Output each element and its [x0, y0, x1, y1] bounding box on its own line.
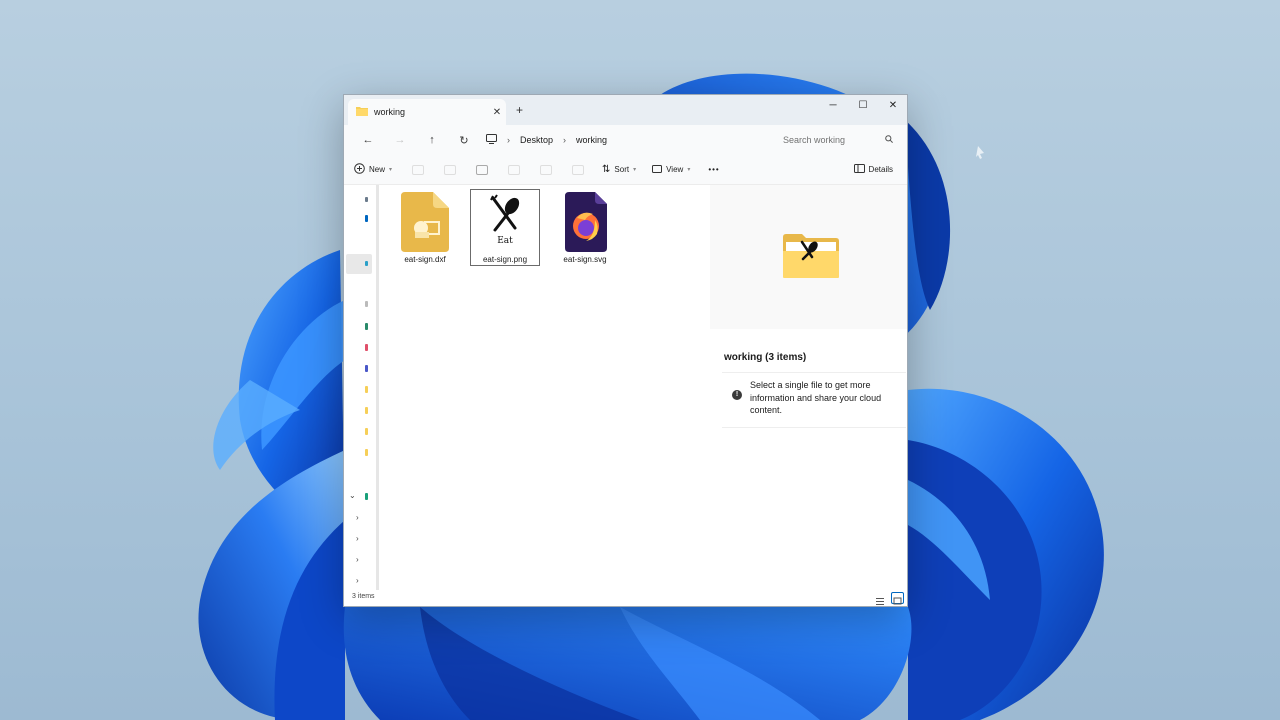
folder-icon — [356, 103, 368, 121]
share-icon[interactable] — [540, 164, 553, 175]
dxf-file-icon — [399, 192, 451, 252]
view-button[interactable]: View ▾ — [652, 164, 691, 175]
nav-pane-item-icon[interactable] — [365, 323, 368, 330]
rename-icon[interactable] — [508, 164, 521, 175]
nav-pane-item-icon[interactable] — [365, 386, 368, 393]
navigation-pane[interactable]: ⌄ › › › › — [344, 185, 379, 590]
folder-preview — [710, 185, 907, 329]
search-icon — [885, 135, 893, 145]
chevron-down-icon: ▾ — [633, 167, 637, 173]
new-tab-button[interactable]: + — [516, 103, 523, 117]
copy-icon[interactable] — [444, 164, 457, 175]
details-info-card: ! Select a single file to get more infor… — [722, 372, 906, 428]
nav-pane-item-icon[interactable] — [365, 261, 368, 266]
breadcrumb: › Desktop › working — [486, 134, 607, 146]
details-pane: working (3 items) ! Select a single file… — [708, 185, 907, 590]
file-item[interactable]: eat-sign.dxf — [390, 189, 460, 266]
search-box[interactable]: Search working — [781, 130, 895, 150]
breadcrumb-working[interactable]: working — [576, 135, 607, 145]
file-list[interactable]: eat-sign.dxf Eat eat-sign.png eat-sign.s… — [382, 185, 708, 590]
monitor-icon[interactable] — [486, 134, 497, 146]
nav-pane-item-icon[interactable] — [365, 365, 368, 372]
back-arrow-icon[interactable]: ← — [352, 134, 384, 146]
command-bar: New ▾ ⇅ Sort ▾ View ▾ ••• Details — [344, 155, 907, 185]
firefox-svg-icon — [559, 192, 611, 252]
chevron-down-icon[interactable]: ⌄ — [349, 491, 356, 500]
folder-preview-icon — [783, 234, 839, 278]
file-name: eat-sign.dxf — [404, 255, 446, 264]
nav-pane-selected-item[interactable] — [346, 254, 372, 274]
new-button[interactable]: New ▾ — [354, 163, 392, 176]
up-arrow-icon[interactable]: ↑ — [416, 134, 448, 146]
chevron-right-icon[interactable]: › — [356, 576, 359, 585]
nav-pane-item-icon[interactable] — [365, 428, 368, 435]
chevron-right-icon[interactable]: › — [356, 555, 359, 564]
chevron-right-icon: › — [563, 135, 567, 145]
nav-pane-item-icon[interactable] — [365, 449, 368, 456]
close-tab-icon[interactable]: ✕ — [488, 107, 506, 118]
refresh-icon[interactable]: ↻ — [448, 134, 480, 147]
status-bar: 3 items — [344, 590, 907, 606]
sort-label: Sort — [614, 165, 630, 174]
chevron-right-icon[interactable]: › — [356, 513, 359, 522]
details-label: Details — [868, 165, 893, 174]
view-icon — [652, 164, 663, 175]
nav-pane-item-icon[interactable] — [365, 344, 368, 351]
delete-icon[interactable] — [572, 164, 585, 175]
tab-title: working — [374, 107, 406, 117]
details-pane-icon — [853, 164, 865, 175]
file-explorer-window: working ✕ + ─ ☐ ✕ ← → ↑ ↻ › Desktop › wo… — [343, 94, 908, 607]
details-view-icon[interactable] — [875, 593, 887, 605]
png-thumbnail-text: Eat — [497, 236, 513, 246]
chevron-down-icon: ▾ — [389, 167, 393, 173]
nav-pane-item-icon[interactable] — [365, 301, 368, 307]
plus-circle-icon — [354, 163, 365, 176]
chevron-down-icon: ▾ — [687, 167, 691, 173]
chevron-right-icon: › — [507, 135, 510, 145]
sort-button[interactable]: ⇅ Sort ▾ — [602, 164, 636, 175]
more-options-icon[interactable]: ••• — [708, 165, 719, 174]
file-item-selected[interactable]: Eat eat-sign.png — [470, 189, 540, 266]
large-icons-view-icon[interactable] — [891, 592, 904, 605]
new-label: New — [369, 165, 386, 174]
chevron-right-icon[interactable]: › — [356, 534, 359, 543]
view-label: View — [666, 165, 684, 174]
minimize-button[interactable]: ─ — [818, 95, 848, 115]
file-name: eat-sign.png — [482, 255, 528, 264]
nav-pane-item-icon[interactable] — [365, 215, 368, 222]
details-pane-button[interactable]: Details — [853, 164, 893, 175]
breadcrumb-desktop[interactable]: Desktop — [520, 135, 553, 145]
info-icon: ! — [732, 390, 742, 400]
file-name: eat-sign.svg — [563, 255, 607, 264]
details-info-text: Select a single file to get more informa… — [750, 380, 882, 415]
item-count: 3 items — [352, 593, 375, 600]
nav-pane-item-icon[interactable] — [365, 197, 368, 202]
navigation-bar: ← → ↑ ↻ › Desktop › working Search worki… — [344, 125, 907, 155]
tab-working[interactable]: working ✕ — [348, 99, 506, 125]
paste-icon[interactable] — [476, 164, 489, 175]
details-title: working (3 items) — [724, 352, 807, 363]
title-bar: working ✕ + ─ ☐ ✕ — [344, 95, 907, 125]
file-item[interactable]: eat-sign.svg — [550, 189, 620, 266]
cut-icon[interactable] — [412, 164, 425, 175]
forward-arrow-icon[interactable]: → — [384, 134, 416, 146]
close-window-button[interactable]: ✕ — [878, 95, 907, 115]
png-thumbnail: Eat — [479, 192, 531, 252]
maximize-button[interactable]: ☐ — [848, 95, 878, 115]
search-input[interactable]: Search working — [783, 135, 845, 145]
nav-pane-item-icon[interactable] — [365, 407, 368, 414]
sort-icon: ⇅ — [602, 164, 611, 175]
nav-pane-item-icon[interactable] — [365, 493, 368, 500]
